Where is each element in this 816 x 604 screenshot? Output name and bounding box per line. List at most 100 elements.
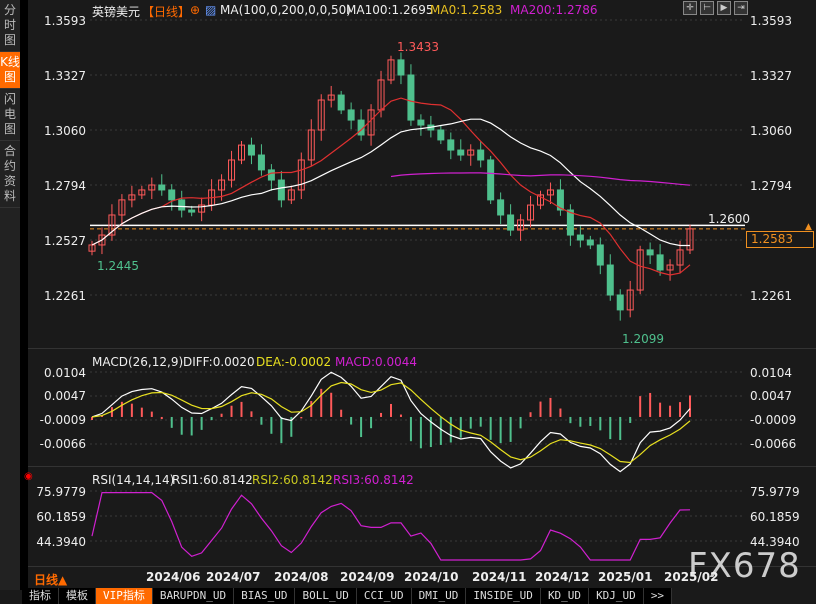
rsi2-value: RSI2:60.8142: [252, 473, 333, 487]
macd-axis-label: 0.0104: [44, 366, 86, 380]
ma0-value: MA0:1.2583: [430, 3, 503, 17]
date-label: 2024/11: [472, 570, 527, 584]
panel-divider: [28, 466, 816, 467]
rsi-axis-label: 75.9779: [36, 485, 86, 499]
date-label: 2024/06: [146, 570, 201, 584]
price-line-label: 1.2600: [708, 212, 750, 226]
rsi1-value: RSI1:60.8142: [172, 473, 253, 487]
rsi-axis-label: 60.1859: [36, 510, 86, 524]
high-annotation: 1.3433: [397, 40, 439, 54]
tab-boll[interactable]: BOLL_UD: [295, 588, 357, 604]
price-axis-label: 1.2794: [44, 179, 86, 193]
zoom-in-icon[interactable]: ⊢: [700, 1, 714, 15]
rsi-line: [91, 492, 691, 561]
ma200-value: MA200:1.2786: [510, 3, 598, 17]
tab-cci[interactable]: CCI_UD: [357, 588, 412, 604]
candle: [407, 74, 415, 121]
candle: [507, 214, 515, 231]
tab-kdj[interactable]: KDJ_UD: [589, 588, 644, 604]
date-label: 2024/10: [404, 570, 459, 584]
expand-up-icon[interactable]: ▲: [805, 222, 812, 232]
current-price-tag: 1.2583: [746, 231, 814, 248]
date-label: 2025/02: [664, 570, 719, 584]
macd-title: MACD(26,12,9): [92, 355, 184, 369]
date-label: 2025/01: [598, 570, 653, 584]
chart-canvas[interactable]: [0, 0, 816, 604]
tab-bias[interactable]: BIAS_UD: [234, 588, 296, 604]
candle: [347, 109, 355, 121]
candle: [437, 129, 445, 141]
candle: [646, 249, 654, 256]
move-right-icon[interactable]: ⇥: [734, 1, 748, 15]
candle: [267, 169, 275, 181]
candle: [158, 184, 166, 191]
date-label: 2024/07: [206, 570, 261, 584]
tab-kd[interactable]: KD_UD: [541, 588, 590, 604]
candle: [168, 189, 176, 201]
macd-axis-label: -0.0066: [39, 437, 86, 451]
candle: [606, 264, 614, 296]
start-low-annotation: 1.2445: [97, 259, 139, 273]
panel-divider: [28, 348, 816, 349]
indicator-tab-bar: 指标 模板 VIP指标 BARUPDN_UD BIAS_UD BOLL_UD C…: [22, 588, 673, 604]
ma100-line: [91, 118, 690, 247]
date-label: 2024/09: [340, 570, 395, 584]
candle: [447, 139, 455, 151]
price-axis-label: 1.2261: [44, 289, 86, 303]
tab-dmi[interactable]: DMI_UD: [412, 588, 467, 604]
tab-inside[interactable]: INSIDE_UD: [466, 588, 541, 604]
price-axis-label: 1.3327: [44, 69, 86, 83]
price-axis-right-label: 1.3060: [750, 124, 792, 138]
macd-diff: DIFF:0.0020: [183, 355, 255, 369]
ma100-value: MA100:1.2695: [346, 3, 434, 17]
macd-axis-right-label: -0.0009: [750, 413, 797, 427]
low-annotation: 1.2099: [622, 332, 664, 346]
ma200-line: [390, 172, 691, 186]
candle: [397, 59, 405, 76]
price-axis-right-label: 1.2794: [750, 179, 792, 193]
macd-axis-label: 0.0047: [44, 389, 86, 403]
candle: [257, 154, 265, 171]
tab-vip-indicators[interactable]: VIP指标: [96, 588, 153, 604]
more-tabs-button[interactable]: >>: [644, 588, 673, 604]
candle: [497, 199, 505, 216]
macd-axis-label: -0.0009: [39, 413, 86, 427]
candle: [277, 179, 285, 201]
rsi-axis-right-label: 75.9779: [750, 485, 800, 499]
chart-toolbar: ✛ ⊢ ▶ ⇥: [683, 1, 748, 15]
candle: [247, 144, 255, 156]
candle: [656, 254, 664, 271]
candle: [616, 294, 624, 311]
rsi3-value: RSI3:60.8142: [333, 473, 414, 487]
price-axis-right-label: 1.3327: [750, 69, 792, 83]
zoom-out-icon[interactable]: ▶: [717, 1, 731, 15]
crosshair-icon[interactable]: ✛: [683, 1, 697, 15]
crosshair-toggle-icon[interactable]: ⊕: [190, 3, 200, 17]
rsi-title: RSI(14,14,14): [92, 473, 175, 487]
date-label: 2024/12: [535, 570, 590, 584]
macd-dea: DEA:-0.0002: [256, 355, 332, 369]
price-axis-right-label: 1.2261: [750, 289, 792, 303]
candle: [487, 159, 495, 201]
candle: [477, 149, 485, 161]
period-selector[interactable]: 日线▲: [34, 571, 67, 588]
candle: [576, 234, 584, 241]
price-axis-label: 1.2527: [44, 234, 86, 248]
candle: [417, 119, 425, 126]
candle: [586, 239, 594, 246]
alert-icon[interactable]: ◉: [24, 471, 33, 482]
macd-axis-right-label: 0.0047: [750, 389, 792, 403]
price-axis-label: 1.3060: [44, 124, 86, 138]
rsi-axis-label: 44.3940: [36, 535, 86, 549]
macd-value: MACD:0.0044: [335, 355, 418, 369]
candle: [337, 94, 345, 111]
rsi-axis-right-label: 60.1859: [750, 510, 800, 524]
tab-barupdn[interactable]: BARUPDN_UD: [153, 588, 235, 604]
macd-axis-right-label: -0.0066: [750, 437, 797, 451]
tab-indicators[interactable]: 指标: [22, 588, 59, 604]
candle: [178, 199, 186, 211]
indicator-icon[interactable]: ▨: [205, 3, 216, 17]
candle: [457, 149, 465, 156]
tab-templates[interactable]: 模板: [59, 588, 96, 604]
price-axis-label: 1.3593: [44, 14, 86, 28]
